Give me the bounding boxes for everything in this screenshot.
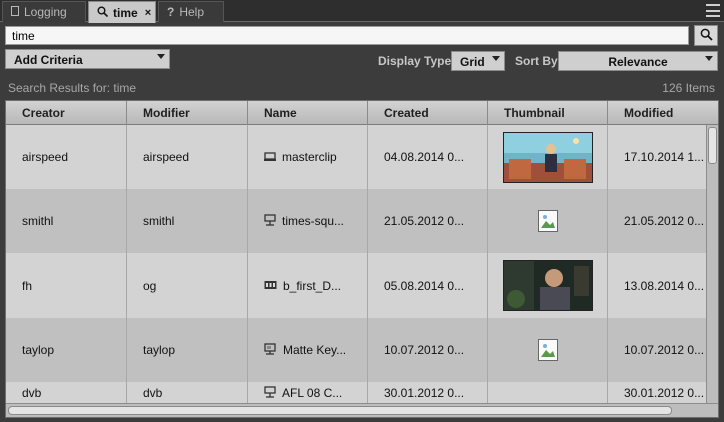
column-header-creator[interactable]: Creator <box>6 101 127 125</box>
sort-by-dropdown[interactable]: Relevance <box>558 51 718 71</box>
display-type-dropdown[interactable]: Grid <box>451 51 505 71</box>
table-row[interactable]: dvb dvb AFL 08 C... 30.01.2012 0... 30.0… <box>6 382 706 404</box>
add-criteria-dropdown[interactable]: Add Criteria <box>5 49 170 69</box>
image-placeholder-icon <box>537 339 558 361</box>
created-cell: 05.08.2014 0... <box>368 253 488 318</box>
modified-cell: 10.07.2012 0... <box>624 343 705 357</box>
search-results-label: Search Results for: time <box>8 81 137 95</box>
close-icon[interactable]: × <box>145 7 151 19</box>
thumbnail-cell <box>488 382 608 404</box>
document-icon <box>11 5 19 19</box>
modifier-cell: dvb <box>127 382 248 404</box>
add-criteria-label: Add Criteria <box>14 53 83 67</box>
name-cell: times-squ... <box>248 189 368 253</box>
search-input[interactable] <box>5 26 689 45</box>
chevron-down-icon <box>157 54 165 59</box>
column-header-modifier[interactable]: Modifier <box>127 101 248 125</box>
tab-help[interactable]: ? Help <box>158 1 224 22</box>
vertical-scrollbar[interactable] <box>706 125 718 403</box>
search-icon <box>700 28 713 44</box>
thumbnail-cell <box>488 253 608 318</box>
modified-cell: 13.08.2014 0... <box>624 278 705 293</box>
created-cell: 04.08.2014 0... <box>368 125 488 189</box>
creator-cell: smithl <box>6 189 127 253</box>
display-type-label: Display Type: <box>378 54 456 68</box>
tab-time[interactable]: time × <box>88 1 156 23</box>
thumbnail-cell <box>488 125 608 189</box>
modifier-cell: airspeed <box>127 125 248 189</box>
modifier-cell: smithl <box>127 189 248 253</box>
tab-bar: Logging time × ? Help <box>0 0 724 23</box>
table-row[interactable]: smithl smithl times-squ... 21.05.2012 0.… <box>6 189 706 253</box>
thumbnail-image <box>502 260 593 311</box>
column-header-created[interactable]: Created <box>368 101 488 125</box>
thumbnail-cell <box>488 189 608 253</box>
matte-key-icon <box>264 342 277 358</box>
modifier-cell: taylop <box>127 318 248 382</box>
creator-cell: airspeed <box>6 125 127 189</box>
thumbnail-cell <box>488 318 608 382</box>
tab-label: time <box>113 5 138 20</box>
horizontal-scrollbar[interactable] <box>6 403 718 417</box>
column-header-thumbnail[interactable]: Thumbnail <box>488 101 608 125</box>
masterclip-icon <box>264 150 276 164</box>
sequence-icon <box>264 213 276 229</box>
thumbnail-image <box>502 131 593 183</box>
tab-label: Logging <box>24 5 67 19</box>
sort-by-label: Sort By: <box>515 54 562 68</box>
created-cell: 30.01.2012 0... <box>368 382 488 404</box>
panel-menu-icon[interactable] <box>706 4 720 17</box>
display-type-value: Grid <box>460 55 485 69</box>
search-icon <box>97 6 109 20</box>
sequence-icon <box>264 385 276 401</box>
name-cell: masterclip <box>248 125 368 189</box>
table-row[interactable]: airspeed airspeed masterclip 04.08.2014 … <box>6 125 706 189</box>
name-cell: Matte Key... <box>248 318 368 382</box>
creator-cell: fh <box>6 253 127 318</box>
table-row[interactable]: taylop taylop Matte Key... 10.07.2012 0.… <box>6 318 706 382</box>
column-header-name[interactable]: Name <box>248 101 368 125</box>
created-cell: 10.07.2012 0... <box>368 318 488 382</box>
tab-logging[interactable]: Logging <box>2 1 86 22</box>
horizontal-scroll-thumb[interactable] <box>8 406 672 415</box>
creator-cell: taylop <box>6 318 127 382</box>
grid-header: Creator Modifier Name Created Thumbnail … <box>6 101 718 125</box>
items-count: 126 Items <box>662 81 715 95</box>
name-cell: b_first_D... <box>248 253 368 318</box>
chevron-down-icon <box>705 56 713 61</box>
modifier-cell: og <box>127 253 248 318</box>
name-cell: AFL 08 C... <box>248 382 368 404</box>
created-cell: 21.05.2012 0... <box>368 189 488 253</box>
modified-cell: 17.10.2014 1... <box>624 150 705 164</box>
question-icon: ? <box>167 5 175 19</box>
vertical-scroll-thumb[interactable] <box>708 127 717 164</box>
column-header-modified[interactable]: Modified <box>608 101 718 125</box>
modified-cell: 21.05.2012 0... <box>624 214 705 228</box>
sort-by-value: Relevance <box>608 55 668 69</box>
search-button[interactable] <box>694 25 718 46</box>
tab-label: Help <box>179 5 205 19</box>
table-row[interactable]: fh og b_first_D... 05.08.2014 0... 13.08… <box>6 253 706 318</box>
results-grid: Creator Modifier Name Created Thumbnail … <box>5 100 719 418</box>
image-placeholder-icon <box>537 210 558 232</box>
chevron-down-icon <box>492 56 500 61</box>
modified-cell: 30.01.2012 0... <box>624 386 705 400</box>
creator-cell: dvb <box>6 382 127 404</box>
film-icon <box>264 279 277 293</box>
